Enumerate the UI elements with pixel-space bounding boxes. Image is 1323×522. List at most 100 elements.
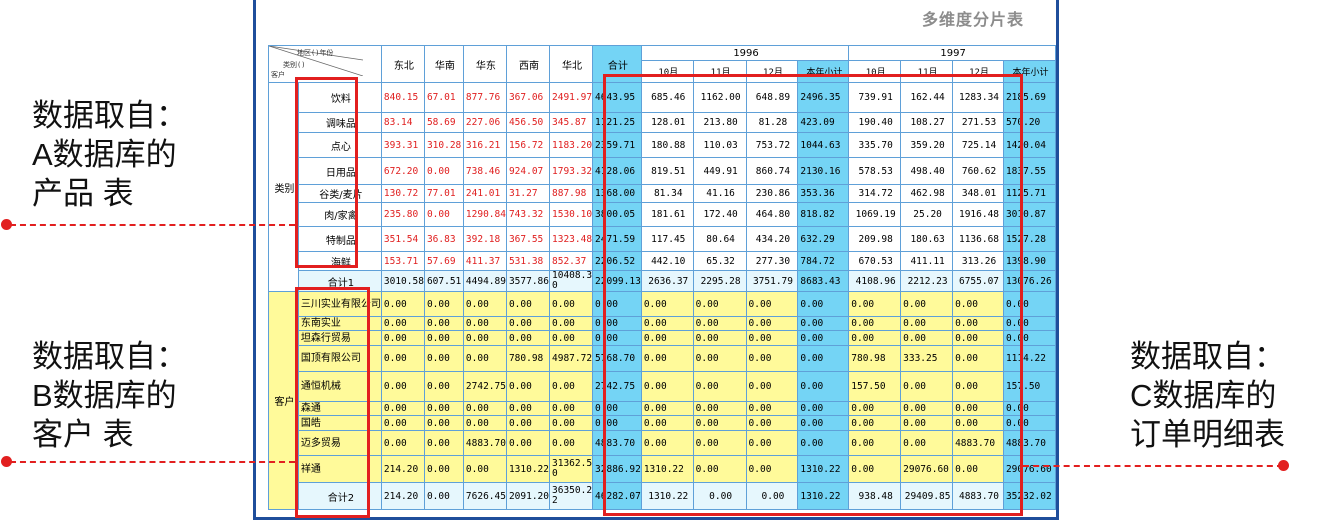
region-value-cell: 840.15 xyxy=(380,82,425,113)
region-value-cell: 31362.50 xyxy=(548,455,594,483)
region-value-cell: 0.00 xyxy=(380,401,425,416)
connector-line-b xyxy=(10,461,295,463)
annotation-b-line: B数据库的 xyxy=(32,378,177,413)
sum-region-cell: 214.20 xyxy=(380,482,425,510)
region-value-cell: 0.00 xyxy=(423,157,464,185)
region-value-cell: 0.00 xyxy=(505,291,551,317)
highlight-box-customers xyxy=(295,287,370,518)
region-value-cell: 67.01 xyxy=(423,82,464,113)
year-header: 1996 xyxy=(640,45,850,61)
region-value-cell: 58.69 xyxy=(423,112,464,133)
region-value-cell: 0.00 xyxy=(462,330,507,346)
region-value-cell: 0.00 xyxy=(423,202,464,227)
corner-label-category: 类别() xyxy=(283,61,306,69)
category-group-label: 类别 xyxy=(268,82,299,292)
region-value-cell: 531.38 xyxy=(505,251,551,271)
region-value-cell: 2491.97 xyxy=(548,82,594,113)
region-header: 华东 xyxy=(462,45,507,83)
region-value-cell: 1183.20 xyxy=(548,132,594,158)
region-value-cell: 0.00 xyxy=(380,291,425,317)
region-value-cell: 235.80 xyxy=(380,202,425,227)
annotation-b-line: 客户 表 xyxy=(32,417,134,452)
region-value-cell: 0.00 xyxy=(462,316,507,331)
region-value-cell: 0.00 xyxy=(380,371,425,402)
region-value-cell: 2742.75 xyxy=(462,371,507,402)
region-value-cell: 0.00 xyxy=(548,371,594,402)
connector-line-c xyxy=(1023,465,1283,467)
region-value-cell: 1290.84 xyxy=(462,202,507,227)
region-value-cell: 0.00 xyxy=(423,316,464,331)
region-value-cell: 130.72 xyxy=(380,184,425,203)
sum-region-cell: 10408.30 xyxy=(548,270,594,292)
region-value-cell: 156.72 xyxy=(505,132,551,158)
connector-line-a xyxy=(10,224,295,226)
region-value-cell: 0.00 xyxy=(380,316,425,331)
region-value-cell: 0.00 xyxy=(380,415,425,431)
region-value-cell: 4883.70 xyxy=(462,430,507,456)
annotation-a: 数据取自： A数据库的 产品 表 xyxy=(32,96,187,213)
region-value-cell: 924.07 xyxy=(505,157,551,185)
region-value-cell: 0.00 xyxy=(462,415,507,431)
region-value-cell: 0.00 xyxy=(505,371,551,402)
region-value-cell: 0.00 xyxy=(548,316,594,331)
annotation-c: 数据取自： C数据库的 订单明细表 xyxy=(1130,337,1285,454)
year-header: 1997 xyxy=(848,45,1056,61)
sum-region-cell: 7626.45 xyxy=(462,482,507,510)
annotation-c-line: 数据取自： xyxy=(1130,339,1285,374)
region-header: 东北 xyxy=(380,45,425,83)
region-value-cell: 0.00 xyxy=(505,415,551,431)
region-value-cell: 877.76 xyxy=(462,82,507,113)
highlight-box-orders xyxy=(603,74,1023,516)
region-value-cell: 456.50 xyxy=(505,112,551,133)
annotation-c-line: 订单明细表 xyxy=(1130,417,1285,452)
connector-dot-c xyxy=(1278,460,1289,471)
region-value-cell: 316.21 xyxy=(462,132,507,158)
region-value-cell: 0.00 xyxy=(548,415,594,431)
region-value-cell: 0.00 xyxy=(423,371,464,402)
region-value-cell: 0.00 xyxy=(505,430,551,456)
corner-label-customer: 客户 xyxy=(271,71,285,79)
region-value-cell: 0.00 xyxy=(423,291,464,317)
region-value-cell: 0.00 xyxy=(462,401,507,416)
region-value-cell: 0.00 xyxy=(505,330,551,346)
region-value-cell: 0.00 xyxy=(462,455,507,483)
region-header: 华北 xyxy=(548,45,594,83)
annotation-a-line: A数据库的 xyxy=(32,137,177,172)
sum-region-cell: 36350.22 xyxy=(548,482,594,510)
region-value-cell: 0.00 xyxy=(462,345,507,372)
region-value-cell: 367.55 xyxy=(505,226,551,252)
region-value-cell: 0.00 xyxy=(423,415,464,431)
region-value-cell: 153.71 xyxy=(380,251,425,271)
region-value-cell: 0.00 xyxy=(548,430,594,456)
region-value-cell: 1310.22 xyxy=(505,455,551,483)
region-value-cell: 0.00 xyxy=(548,330,594,346)
region-value-cell: 57.69 xyxy=(423,251,464,271)
region-value-cell: 0.00 xyxy=(505,401,551,416)
region-value-cell: 392.18 xyxy=(462,226,507,252)
region-value-cell: 1530.10 xyxy=(548,202,594,227)
region-value-cell: 310.28 xyxy=(423,132,464,158)
region-value-cell: 0.00 xyxy=(423,455,464,483)
corner-label-region: 地区()年份 xyxy=(297,49,334,57)
region-value-cell: 0.00 xyxy=(423,330,464,346)
region-value-cell: 1323.48 xyxy=(548,226,594,252)
region-value-cell: 738.46 xyxy=(462,157,507,185)
annotation-a-line: 产品 表 xyxy=(32,176,134,211)
highlight-box-categories xyxy=(295,77,358,268)
annotation-b: 数据取自： B数据库的 客户 表 xyxy=(32,337,187,454)
region-value-cell: 367.06 xyxy=(505,82,551,113)
region-value-cell: 0.00 xyxy=(380,330,425,346)
customer-group-label: 客户 xyxy=(268,291,299,510)
annotation-c-line: C数据库的 xyxy=(1130,378,1277,413)
region-value-cell: 31.27 xyxy=(505,184,551,203)
region-value-cell: 672.20 xyxy=(380,157,425,185)
annotation-a-line: 数据取自： xyxy=(32,98,187,133)
region-value-cell: 241.01 xyxy=(462,184,507,203)
report-title: 多维度分片表 xyxy=(921,10,1024,29)
region-value-cell: 83.14 xyxy=(380,112,425,133)
sum-region-cell: 3577.86 xyxy=(505,270,551,292)
sum-region-cell: 4494.89 xyxy=(462,270,507,292)
region-value-cell: 77.01 xyxy=(423,184,464,203)
region-value-cell: 0.00 xyxy=(423,345,464,372)
region-value-cell: 743.32 xyxy=(505,202,551,227)
